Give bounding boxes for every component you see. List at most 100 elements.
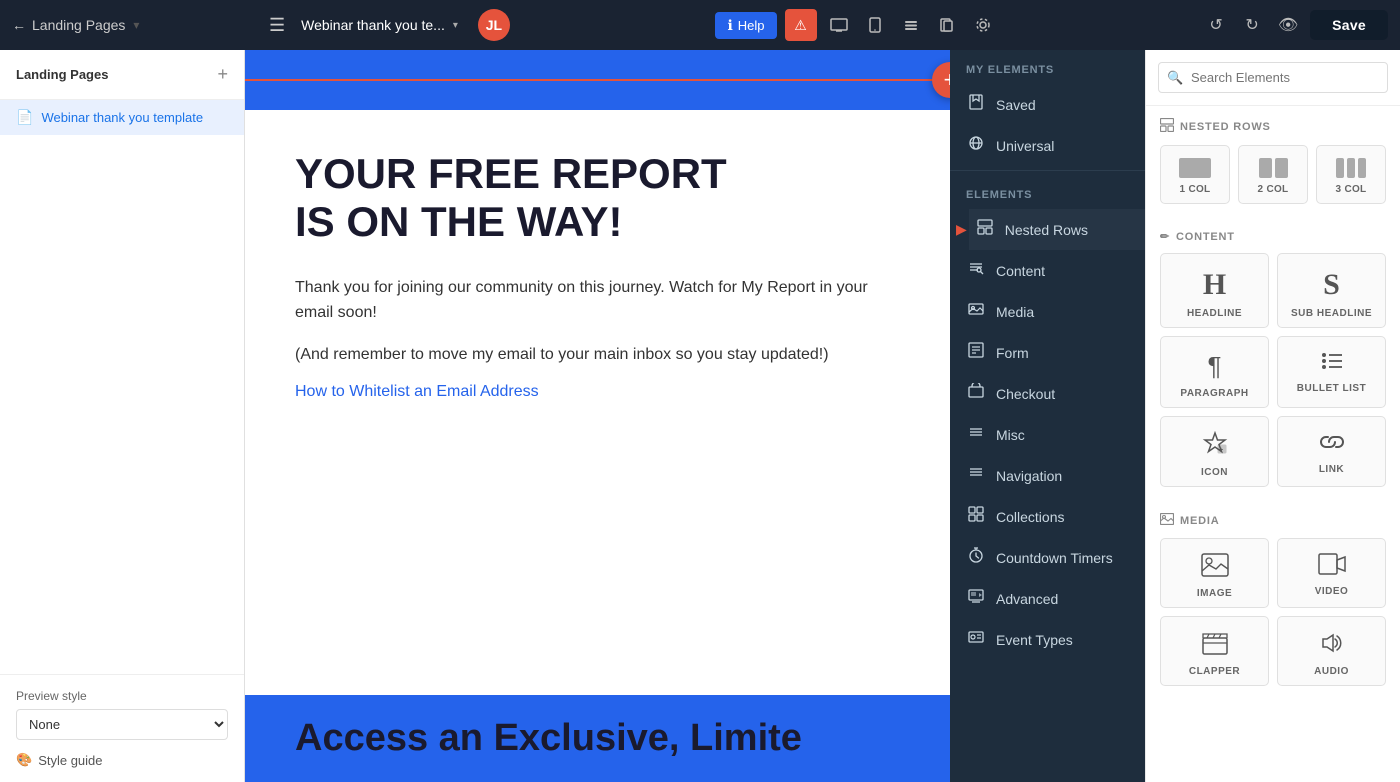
1col-icon xyxy=(1179,156,1211,178)
elements-panel: MY ELEMENTS Saved Universal ELEMENTS ▶ N… xyxy=(950,50,1145,782)
preview-style-select[interactable]: None xyxy=(16,709,228,740)
bottom-banner-text: Access an Exclusive, Limite xyxy=(295,717,802,759)
redo-button[interactable]: ↻ xyxy=(1238,11,1266,39)
panel-media-label: Media xyxy=(996,304,1034,320)
catalog-item-link[interactable]: LINK xyxy=(1277,416,1386,487)
3col-label: 3 COL xyxy=(1336,184,1367,195)
undo-button[interactable]: ↺ xyxy=(1202,11,1230,39)
bottom-banner: Access an Exclusive, Limite xyxy=(245,695,950,782)
content-section-icon: ✏ xyxy=(1160,230,1170,243)
page-title: Webinar thank you te... xyxy=(301,17,445,33)
content-grid: H HEADLINE S SUB HEADLINE ¶ PARAGRAPH BU… xyxy=(1160,253,1386,487)
desktop-view-button[interactable] xyxy=(825,11,853,39)
save-button[interactable]: Save xyxy=(1310,10,1388,40)
panel-item-saved[interactable]: Saved xyxy=(950,84,1145,125)
panel-collections-label: Collections xyxy=(996,509,1064,525)
style-guide-link[interactable]: 🎨 Style guide xyxy=(16,740,228,768)
sidebar-item-template[interactable]: 📄 Webinar thank you template xyxy=(0,100,244,135)
alert-button[interactable]: ⚠ xyxy=(785,9,817,41)
page-icon: 📄 xyxy=(16,109,33,126)
panel-item-form[interactable]: Form xyxy=(950,332,1145,373)
panel-content-label: Content xyxy=(996,263,1045,279)
whitelist-link[interactable]: How to Whitelist an Email Address xyxy=(295,383,539,400)
icon-label: ICON xyxy=(1201,467,1228,478)
bullet-list-label: BULLET LIST xyxy=(1297,383,1366,394)
body-paragraph-2: (And remember to move my email to your m… xyxy=(295,342,900,368)
panel-item-navigation[interactable]: Navigation xyxy=(950,455,1145,496)
panel-item-nested-rows[interactable]: Nested Rows xyxy=(969,209,1145,250)
nested-rows-section-icon xyxy=(1160,118,1174,135)
panel-item-content[interactable]: Content xyxy=(950,250,1145,291)
nested-item-2col[interactable]: 2 COL xyxy=(1238,145,1308,204)
media-grid: IMAGE VIDEO CLAPPER xyxy=(1160,538,1386,686)
pages-button[interactable] xyxy=(933,11,961,39)
panel-navigation-label: Navigation xyxy=(996,468,1062,484)
panel-divider-1 xyxy=(950,170,1145,171)
nested-item-1col[interactable]: 1 COL xyxy=(1160,145,1230,204)
catalog-item-paragraph[interactable]: ¶ PARAGRAPH xyxy=(1160,336,1269,408)
panel-item-universal[interactable]: Universal xyxy=(950,125,1145,166)
svg-text:+: + xyxy=(1219,447,1223,454)
event-types-icon xyxy=(966,629,986,650)
panel-item-misc[interactable]: Misc xyxy=(950,414,1145,455)
subheadline-icon: S xyxy=(1323,268,1340,302)
elements-catalog: 🔍 NESTED ROWS 1 COL xyxy=(1145,50,1400,782)
nested-rows-section: NESTED ROWS 1 COL 2 COL xyxy=(1146,106,1400,218)
catalog-item-clapper[interactable]: CLAPPER xyxy=(1160,616,1269,686)
catalog-item-audio[interactable]: AUDIO xyxy=(1277,616,1386,686)
bullet-list-icon xyxy=(1321,351,1343,377)
icon-catalog-icon: + xyxy=(1202,431,1228,461)
panel-universal-label: Universal xyxy=(996,138,1054,154)
media-section-title: MEDIA xyxy=(1160,513,1386,528)
panel-item-advanced[interactable]: Advanced xyxy=(950,578,1145,619)
nested-item-3col[interactable]: 3 COL xyxy=(1316,145,1386,204)
nested-rows-icon xyxy=(975,219,995,240)
elements-title: ELEMENTS xyxy=(950,175,1145,209)
page-title-dropdown: ▾ xyxy=(453,20,458,31)
add-element-button[interactable]: + xyxy=(932,62,950,98)
panel-event-types-label: Event Types xyxy=(996,632,1073,648)
search-input[interactable] xyxy=(1158,62,1388,93)
panel-item-collections[interactable]: Collections xyxy=(950,496,1145,537)
catalog-item-icon[interactable]: + ICON xyxy=(1160,416,1269,487)
catalog-search: 🔍 xyxy=(1146,50,1400,106)
1col-label: 1 COL xyxy=(1180,184,1211,195)
body-paragraph-1: Thank you for joining our community on t… xyxy=(295,275,900,326)
layers-button[interactable] xyxy=(897,11,925,39)
panel-misc-label: Misc xyxy=(996,427,1025,443)
panel-checkout-label: Checkout xyxy=(996,386,1055,402)
panel-item-checkout[interactable]: Checkout xyxy=(950,373,1145,414)
collections-icon xyxy=(966,506,986,527)
help-button[interactable]: ℹ Help xyxy=(715,12,776,39)
misc-icon xyxy=(966,424,986,445)
main-heading: YOUR FREE REPORT IS ON THE WAY! xyxy=(295,150,900,247)
panel-item-event-types[interactable]: Event Types xyxy=(950,619,1145,660)
content-section-title: ✏ CONTENT xyxy=(1160,230,1386,243)
catalog-item-subheadline[interactable]: S SUB HEADLINE xyxy=(1277,253,1386,328)
video-label: VIDEO xyxy=(1315,586,1349,597)
2col-label: 2 COL xyxy=(1258,184,1289,195)
preview-button[interactable]: 👁 xyxy=(1274,11,1302,39)
page-title-area: Webinar thank you te... ▾ xyxy=(301,17,458,33)
style-guide-icon: 🎨 xyxy=(16,752,32,768)
hamburger-button[interactable]: ☰ xyxy=(269,15,285,36)
settings-button[interactable] xyxy=(969,11,997,39)
nested-rows-section-title: NESTED ROWS xyxy=(1160,118,1386,135)
headline-label: HEADLINE xyxy=(1187,308,1242,319)
mobile-view-button[interactable] xyxy=(861,11,889,39)
back-label: Landing Pages xyxy=(32,17,125,33)
catalog-item-bullet-list[interactable]: BULLET LIST xyxy=(1277,336,1386,408)
preview-style-label: Preview style xyxy=(16,689,228,703)
audio-label: AUDIO xyxy=(1314,666,1349,677)
panel-item-media[interactable]: Media xyxy=(950,291,1145,332)
clapper-icon xyxy=(1202,631,1228,660)
catalog-item-image[interactable]: IMAGE xyxy=(1160,538,1269,608)
panel-item-countdown[interactable]: Countdown Timers xyxy=(950,537,1145,578)
catalog-item-headline[interactable]: H HEADLINE xyxy=(1160,253,1269,328)
back-button[interactable]: ← Landing Pages xyxy=(12,17,125,33)
topbar-left: ← Landing Pages ▾ xyxy=(12,17,257,33)
sidebar-add-button[interactable]: + xyxy=(217,64,228,85)
catalog-item-video[interactable]: VIDEO xyxy=(1277,538,1386,608)
saved-icon xyxy=(966,94,986,115)
countdown-icon xyxy=(966,547,986,568)
